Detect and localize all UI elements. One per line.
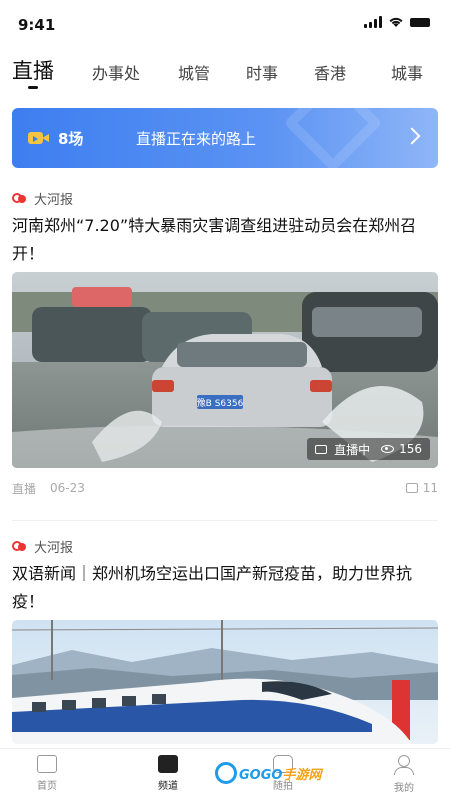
news-date: 06-23 bbox=[50, 481, 85, 495]
chevron-right-icon bbox=[403, 127, 421, 145]
battery-icon bbox=[410, 17, 430, 27]
nav-label: 首页 bbox=[37, 781, 57, 792]
watermark: GOGO手游网 bbox=[215, 762, 321, 784]
live-status-badge: 直播中 156 bbox=[307, 438, 430, 460]
tab-current-affairs[interactable]: 时事 bbox=[246, 60, 278, 84]
news-item[interactable]: 大河报 河南郑州“7.20”特大暴雨灾害调查组进驻动员会在郑州召开！ 豫B S6… bbox=[12, 188, 438, 496]
news-source: 大河报 bbox=[12, 188, 438, 208]
channel-icon bbox=[158, 755, 178, 773]
live-banner-text: 直播正在来的路上 bbox=[136, 129, 257, 148]
high-speed-train-image: CRH bbox=[12, 620, 438, 744]
video-icon bbox=[315, 444, 328, 454]
live-badge-label: 直播中 bbox=[334, 442, 371, 457]
dahebao-logo-icon bbox=[12, 192, 28, 204]
channel-tabs: 直播 办事处 城管 时事 香港 城事 bbox=[0, 52, 450, 92]
tab-hongkong[interactable]: 香港 bbox=[314, 60, 346, 84]
eye-icon bbox=[381, 445, 395, 453]
tab-urban-management[interactable]: 城管 bbox=[178, 60, 210, 84]
nav-mine[interactable]: 我的 bbox=[369, 755, 439, 794]
nav-home[interactable]: 首页 bbox=[12, 755, 82, 792]
user-icon bbox=[369, 755, 439, 775]
source-name: 大河报 bbox=[34, 192, 74, 208]
signal-icon bbox=[364, 16, 382, 28]
tab-live[interactable]: 直播 bbox=[12, 55, 54, 85]
divider bbox=[12, 520, 438, 521]
comment-icon bbox=[405, 483, 418, 493]
source-name: 大河报 bbox=[34, 540, 74, 556]
watermark-logo-icon bbox=[215, 762, 237, 784]
news-photo-flooded-street[interactable]: 豫B S6356 直播中 156 bbox=[12, 272, 438, 468]
news-meta: 直播 06-23 11 bbox=[12, 480, 438, 496]
news-headline[interactable]: 河南郑州“7.20”特大暴雨灾害调查组进驻动员会在郑州召开！ bbox=[12, 212, 438, 268]
status-bar: 9:41 bbox=[0, 0, 450, 48]
news-photo-train[interactable]: CRH bbox=[12, 620, 438, 744]
news-category: 直播 bbox=[12, 481, 37, 496]
nav-label: 我的 bbox=[394, 783, 414, 794]
comments[interactable]: 11 bbox=[405, 481, 438, 495]
home-icon bbox=[37, 755, 57, 773]
status-time: 9:41 bbox=[18, 16, 56, 34]
live-banner[interactable]: 8场 直播正在来的路上 bbox=[12, 108, 438, 168]
live-count: 8场 bbox=[58, 129, 84, 148]
nav-label: 频道 bbox=[158, 781, 178, 792]
tab-office[interactable]: 办事处 bbox=[92, 60, 140, 84]
dahebao-logo-icon bbox=[12, 540, 28, 552]
status-icons bbox=[364, 16, 430, 28]
comment-count: 11 bbox=[422, 481, 438, 495]
news-source: 大河报 bbox=[12, 536, 438, 556]
news-item[interactable]: 大河报 双语新闻｜郑州机场空运出口国产新冠疫苗，助力世界抗疫！ CRH bbox=[12, 536, 438, 744]
news-headline[interactable]: 双语新闻｜郑州机场空运出口国产新冠疫苗，助力世界抗疫！ bbox=[12, 560, 438, 616]
watermark-text: GOGO手游网 bbox=[239, 767, 322, 783]
tab-city-news[interactable]: 城事 bbox=[391, 60, 423, 84]
nav-channel[interactable]: 频道 bbox=[133, 755, 203, 792]
wifi-icon bbox=[389, 17, 403, 27]
tab-active-indicator bbox=[28, 86, 38, 89]
license-plate: 豫B S6356 bbox=[197, 397, 244, 409]
train-logo-text: CRH bbox=[217, 712, 240, 723]
view-count: 156 bbox=[399, 442, 422, 456]
live-camera-icon bbox=[28, 130, 50, 146]
banner-decoration bbox=[283, 108, 383, 168]
